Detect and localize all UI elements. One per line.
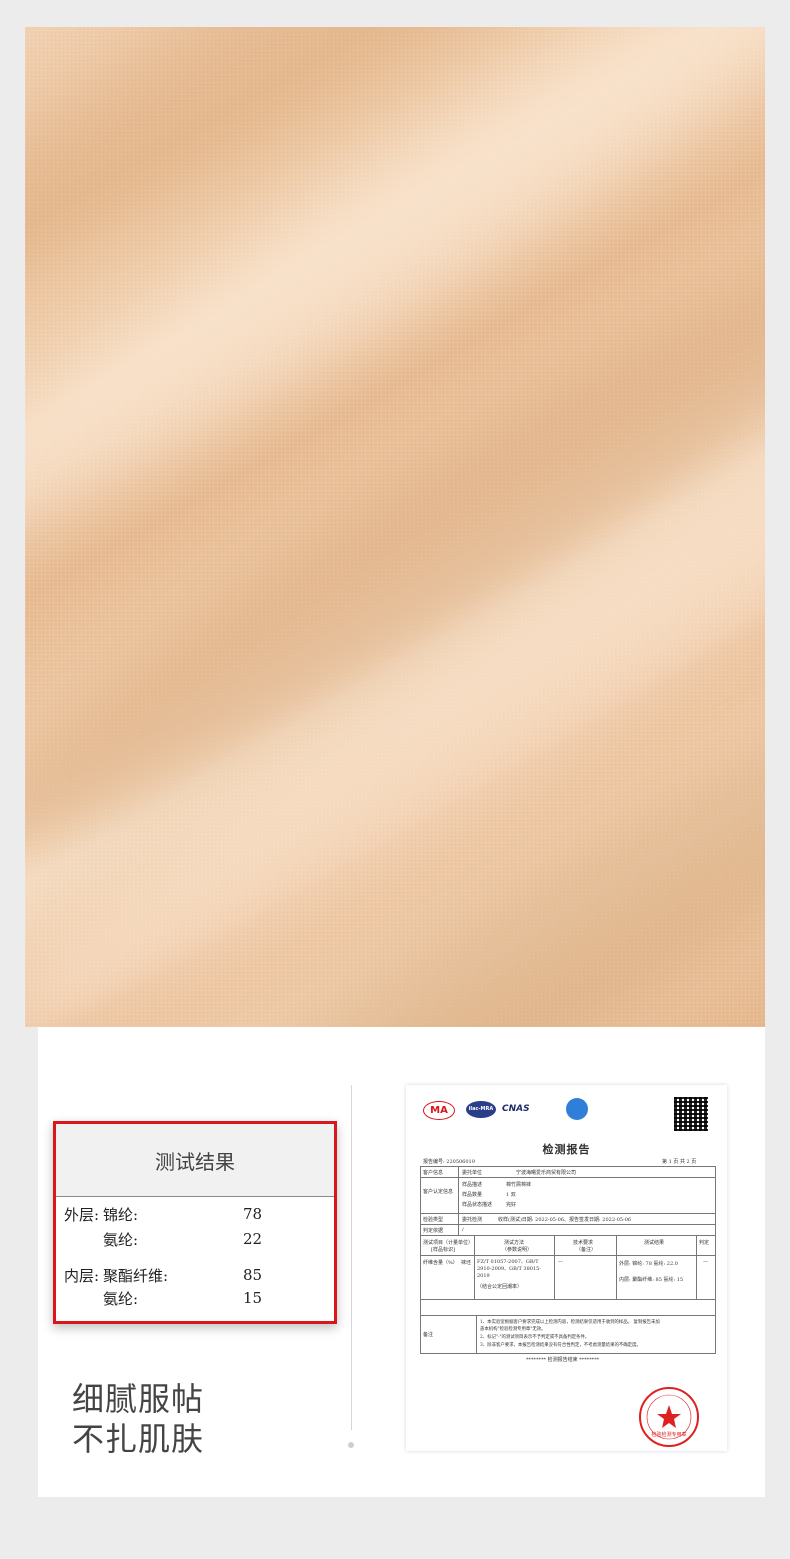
inner-layer-label: 内层: [64, 1267, 100, 1285]
cma-logo: MA [423, 1101, 455, 1120]
report-end-marker: ******** 检测报告结束 ******** [526, 1357, 600, 1363]
result-material: 氨纶: [103, 1231, 139, 1249]
result-value: 85 [243, 1266, 263, 1284]
qr-code-icon [674, 1097, 708, 1131]
vertical-divider [351, 1085, 352, 1430]
slogan-line-2: 不扎肌肤 [72, 1420, 205, 1458]
fabric-photo [25, 27, 765, 1027]
cnas-logo: CNAS [502, 1104, 530, 1114]
result-material: 锦纶: [103, 1206, 139, 1224]
report-page: 第 1 页 共 2 页 [662, 1159, 697, 1165]
certification-badge-icon [566, 1098, 588, 1120]
report-title: 检测报告 [542, 1143, 591, 1156]
result-value: 78 [243, 1205, 263, 1223]
divider-dot [348, 1442, 354, 1448]
official-seal-stamp: 检验检测专用章 [639, 1387, 699, 1447]
result-material: 氨纶: [103, 1290, 139, 1308]
report-number: 报告编号: 220506019 [423, 1159, 475, 1165]
ilac-mra-logo: ilac-MRA [466, 1101, 496, 1118]
test-results-box: 测试结果 外层: 锦纶: 78 氨纶: 22 内层: 聚酯纤维: 85 氨纶: … [53, 1121, 337, 1324]
result-value: 15 [243, 1289, 263, 1307]
outer-layer-label: 外层: [64, 1206, 100, 1224]
result-material: 聚酯纤维: [103, 1267, 169, 1285]
results-title: 测试结果 [56, 1124, 334, 1197]
result-value: 22 [243, 1230, 263, 1248]
test-report-document: MA ilac-MRA CNAS 检测报告 报告编号: 220506019 第 … [406, 1085, 727, 1451]
